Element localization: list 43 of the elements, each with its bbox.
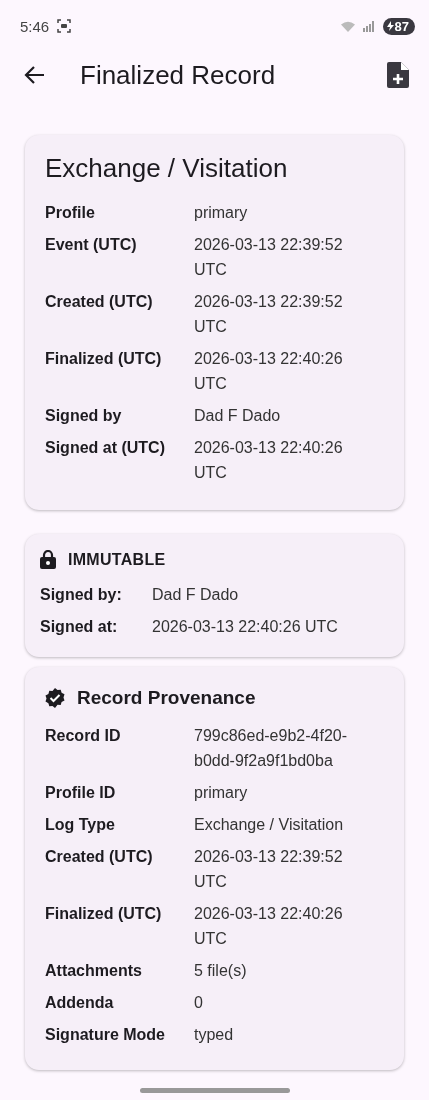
field-value: 2026-03-13 22:39:52 UTC [194,847,344,892]
field-value: 2026-03-13 22:40:26 UTC [194,349,344,394]
signal-icon [362,20,375,32]
field-value: primary [194,203,249,223]
field-value: 2026-03-13 22:39:52 UTC [194,235,344,280]
field-label: Event (UTC) [45,235,138,255]
verified-badge-icon [45,688,65,708]
field-value: Exchange / Visitation [194,815,345,835]
status-time: 5:46 [20,17,50,35]
field-label: Created (UTC) [45,847,154,867]
field-label: Finalized (UTC) [45,349,163,369]
field-value: 799c86ed-e9b2-4f20-b0dd-9f2a9f1bd0ba [194,726,348,771]
field-label: Finalized (UTC) [45,904,163,924]
field-label: Profile ID [45,783,117,803]
wifi-icon [340,20,355,32]
page-title: Finalized Record [80,59,276,91]
field-value: 2026-03-13 22:40:26 UTC [194,904,344,949]
field-label: Attachments [45,961,143,981]
field-label: Signed at: [40,617,119,637]
field-label: Created (UTC) [45,292,154,312]
field-label: Signature Mode [45,1025,166,1045]
field-value: 5 file(s) [194,961,248,981]
field-label: Record ID [45,726,122,746]
field-value: typed [194,1025,235,1045]
lock-icon [40,550,56,569]
battery-indicator: 87 [382,17,415,35]
field-value: Dad F Dado [194,406,282,426]
field-label: Signed by [45,406,123,426]
screenshot-icon [57,19,72,33]
field-label: Signed at (UTC) [45,438,166,458]
field-value: Dad F Dado [152,585,239,605]
field-label: Profile [45,203,96,223]
field-value: primary [194,783,249,803]
card-title: Exchange / Visitation [45,153,289,184]
field-value: 2026-03-13 22:39:52 UTC [194,292,344,337]
card-title: Record Provenance [77,687,256,709]
field-label: Signed by: [40,585,123,605]
field-value: 2026-03-13 22:40:26 UTC [152,617,338,637]
field-label: Log Type [45,815,116,835]
field-value: 0 [194,993,204,1013]
field-label: Addenda [45,993,115,1013]
card-title: IMMUTABLE [68,550,166,569]
field-value: 2026-03-13 22:40:26 UTC [194,438,344,483]
